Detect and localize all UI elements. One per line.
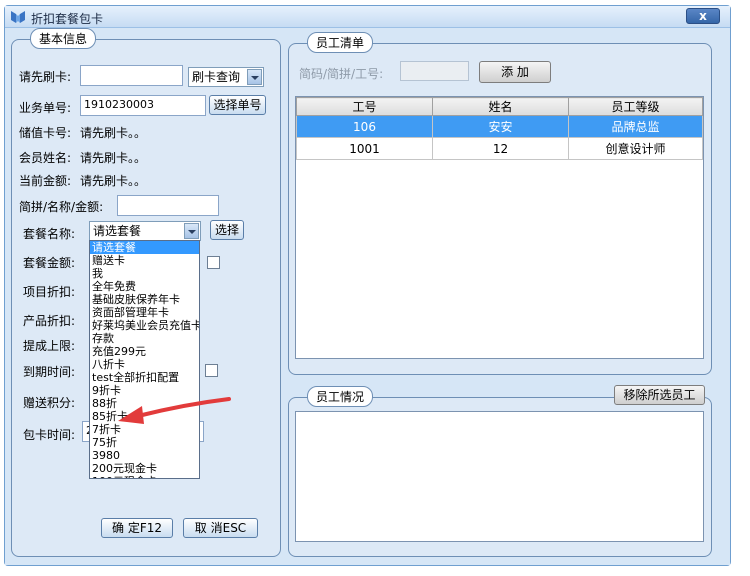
dropdown-option[interactable]: 赠送卡 (90, 254, 199, 267)
swipe-card-input[interactable] (80, 65, 183, 86)
dropdown-option[interactable]: 全年免费 (90, 280, 199, 293)
order-no-input[interactable]: 1910230003 (80, 95, 206, 116)
dropdown-option[interactable]: 200元现金卡 (90, 462, 199, 475)
dropdown-option[interactable]: 请选套餐 (90, 241, 199, 254)
dropdown-option[interactable]: test全部折扣配置 (90, 371, 199, 384)
package-search-input[interactable] (117, 195, 219, 216)
chevron-down-icon[interactable] (184, 223, 199, 239)
confirm-button[interactable]: 确 定F12 (101, 518, 173, 538)
dropdown-option[interactable]: 基础皮肤保养年卡 (90, 293, 199, 306)
dropdown-option[interactable]: 资面部管理年卡 (90, 306, 199, 319)
app-icon (11, 11, 25, 23)
column-header[interactable]: 姓名 (432, 97, 569, 116)
staff-list-title: 员工清单 (307, 32, 374, 53)
dropdown-option[interactable]: 好莱坞美业会员充值卡 (90, 319, 199, 332)
package-name-label: 套餐名称: (23, 227, 76, 241)
search-label: 简拼/名称/金额: (19, 200, 104, 214)
remove-staff-button[interactable]: 移除所选员工 (614, 385, 705, 405)
member-name-label: 会员姓名: (19, 151, 72, 165)
column-header[interactable]: 工号 (296, 97, 433, 116)
dropdown-option[interactable]: 充值299元 (90, 345, 199, 358)
card-query-select-value: 刷卡查询 (192, 70, 241, 84)
card-query-select[interactable]: 刷卡查询 (188, 67, 264, 87)
staff-search-input[interactable] (400, 61, 469, 81)
annotation-arrow (118, 397, 231, 424)
dropdown-option[interactable]: 存款 (90, 332, 199, 345)
package-amount-label: 套餐金额: (23, 256, 76, 270)
select-order-button[interactable]: 选择单号 (209, 95, 266, 115)
package-select-value: 请选套餐 (93, 224, 142, 238)
staff-search-label: 简码/简拼/工号: (299, 67, 384, 81)
commission-limit-label: 提成上限: (23, 339, 76, 353)
expire-time-checkbox[interactable] (205, 364, 218, 377)
bonus-points-label: 赠送积分: (23, 396, 76, 410)
basic-info-title: 基本信息 (30, 28, 97, 49)
dropdown-option[interactable]: 3980 (90, 449, 199, 462)
staff-status-title: 员工情况 (307, 386, 374, 407)
stored-card-label: 储值卡号: (19, 126, 72, 140)
dropdown-option[interactable]: 75折 (90, 436, 199, 449)
close-button[interactable]: x (686, 8, 720, 24)
cancel-button[interactable]: 取 消ESC (183, 518, 258, 538)
expire-time-label: 到期时间: (23, 365, 76, 379)
staff-id-cell: 1001 (296, 137, 433, 160)
dropdown-option[interactable]: 100元现金卡 (90, 475, 199, 478)
staff-level-cell: 品牌总监 (568, 115, 703, 138)
window-title: 折扣套餐包卡 (31, 12, 104, 26)
product-discount-label: 产品折扣: (23, 314, 76, 328)
chevron-down-icon[interactable] (247, 69, 262, 85)
dropdown-option[interactable]: 八折卡 (90, 358, 199, 371)
project-discount-label: 项目折扣: (23, 285, 76, 299)
card-time-label: 包卡时间: (23, 428, 76, 442)
staff-status-list[interactable] (295, 411, 704, 542)
swipe-card-label: 请先刷卡: (19, 70, 72, 84)
table-row[interactable]: 1001 12 创意设计师 (296, 137, 703, 160)
staff-id-cell: 106 (296, 115, 433, 138)
package-amount-checkbox[interactable] (207, 256, 220, 269)
title-bar: 折扣套餐包卡 x (5, 6, 730, 28)
table-row[interactable]: 106 安安 品牌总监 (296, 115, 703, 138)
select-package-button[interactable]: 选择 (210, 220, 244, 240)
current-amount-label: 当前金额: (19, 174, 72, 188)
add-staff-button[interactable]: 添 加 (479, 61, 551, 83)
current-amount-value: 请先刷卡。。 (80, 174, 147, 188)
staff-level-cell: 创意设计师 (568, 137, 703, 160)
staff-name-cell: 安安 (432, 115, 569, 138)
column-header[interactable]: 员工等级 (568, 97, 703, 116)
package-select[interactable]: 请选套餐 (89, 221, 201, 241)
close-icon: x (699, 9, 707, 23)
staff-table: 工号 姓名 员工等级 106 安安 品牌总监 1001 12 创意设计师 (295, 96, 704, 359)
dropdown-option[interactable]: 我 (90, 267, 199, 280)
stored-card-value: 请先刷卡。。 (80, 126, 147, 140)
member-name-value: 请先刷卡。。 (80, 151, 147, 165)
order-no-label: 业务单号: (19, 101, 72, 115)
package-dropdown-list[interactable]: 请选套餐 赠送卡我全年免费 基础皮肤保养年卡 资面部管理年卡 好莱坞美业会员充值卡 存款充… (89, 240, 200, 479)
staff-name-cell: 12 (432, 137, 569, 160)
